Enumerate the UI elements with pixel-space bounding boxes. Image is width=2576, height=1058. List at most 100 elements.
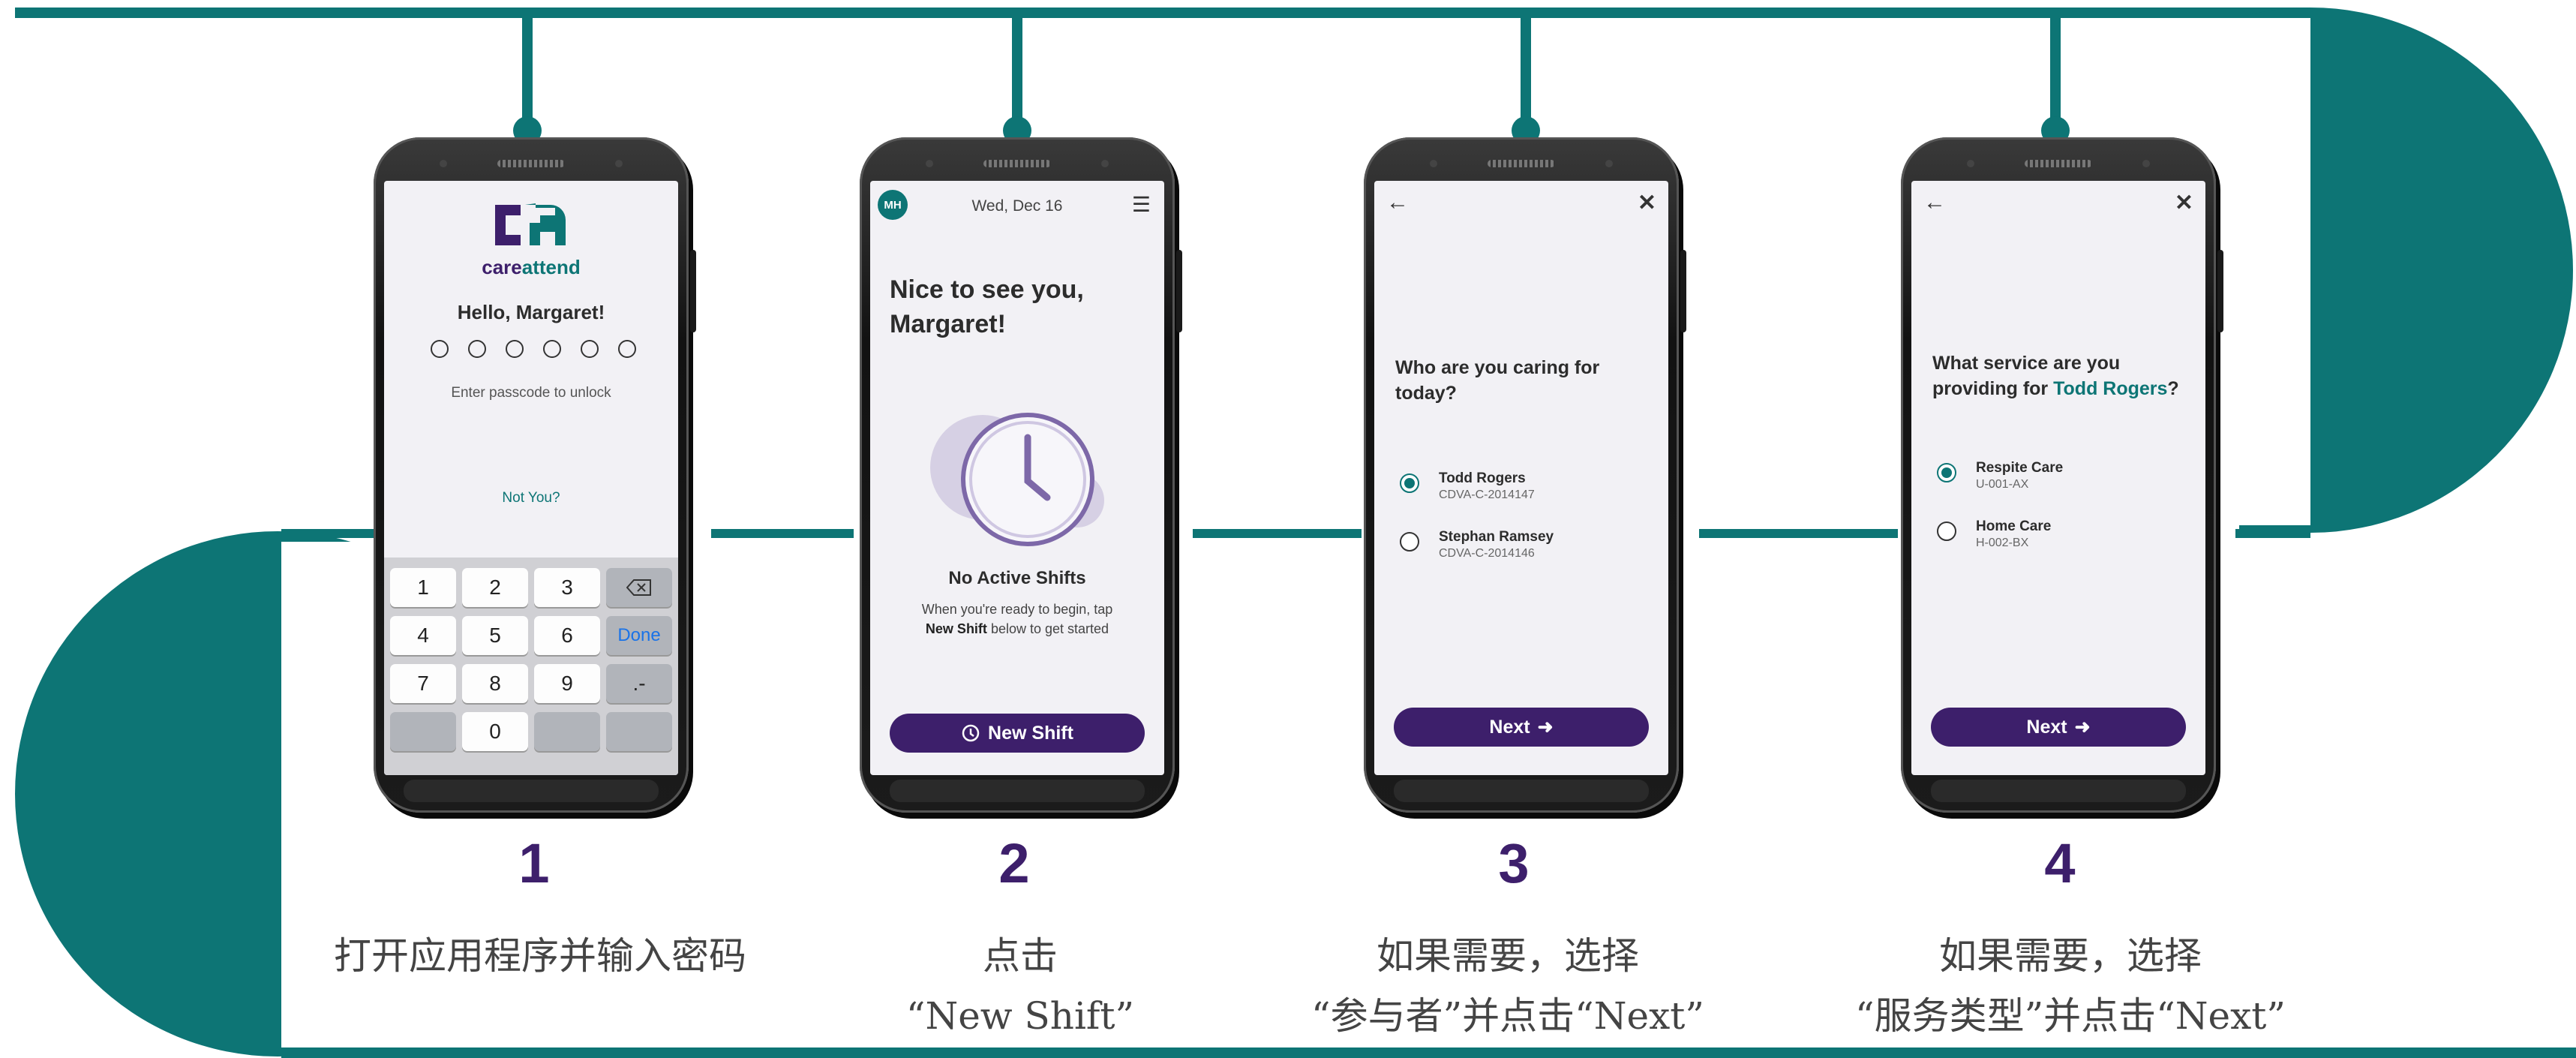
sensor-icon — [1101, 160, 1109, 167]
radio-selected[interactable] — [1937, 463, 1956, 482]
step2-stem — [1012, 11, 1022, 119]
phone-bottom-bezel — [1394, 780, 1649, 802]
option-id: H-002-BX — [1976, 537, 2029, 549]
phone-step3: ← ✕ Who are you caring for today? Todd Ro… — [1364, 137, 1686, 813]
close-icon[interactable]: ✕ — [1638, 190, 1656, 216]
header-date: Wed, Dec 16 — [971, 197, 1063, 215]
option-id: CDVA-C-2014147 — [1439, 488, 1535, 501]
phone2-screen: MH Wed, Dec 16 ☰ Nice to see you, Margare… — [870, 181, 1164, 775]
key-blank — [606, 712, 672, 751]
step-number-3: 3 — [1498, 832, 1530, 894]
welcome-heading: Nice to see you, Margaret! — [890, 275, 1084, 338]
next-label: Next — [1489, 716, 1530, 738]
option-name: Stephan Ramsey — [1439, 529, 1554, 545]
step-number-1: 1 — [518, 832, 550, 894]
option-name: Respite Care — [1976, 460, 2064, 476]
connector-segment — [1699, 529, 1898, 538]
phone-step4: ← ✕ What service are you providing for To… — [1901, 137, 2223, 813]
top-connector-line — [15, 8, 2310, 18]
camera-icon — [1967, 160, 1974, 167]
close-icon[interactable]: ✕ — [2175, 190, 2193, 216]
passcode-dot — [468, 340, 486, 358]
option-name: Todd Rogers — [1439, 470, 1526, 486]
phone-bottom-bezel — [404, 780, 659, 802]
key-1[interactable]: 1 — [390, 568, 456, 607]
participant-question: Who are you caring for today? — [1395, 357, 1600, 404]
passcode-dot — [581, 340, 599, 358]
back-arrow-icon[interactable]: ← — [1386, 190, 1409, 215]
phone4-screen: ← ✕ What service are you providing for To… — [1911, 181, 2205, 775]
passcode-dot — [431, 340, 449, 358]
key-7[interactable]: 7 — [390, 664, 456, 703]
step1-stem — [522, 11, 533, 119]
service-question: What service are you providing for Todd R… — [1932, 353, 2179, 399]
service-option[interactable]: Home Care H-002-BX — [1937, 518, 2184, 564]
next-button[interactable]: Next ➜ — [1394, 708, 1649, 747]
not-you-link[interactable]: Not You? — [384, 490, 678, 506]
speaker-grille — [1488, 160, 1555, 167]
phone-step1: careattend Hello, Margaret! Enter passco… — [374, 137, 696, 813]
key-4[interactable]: 4 — [390, 616, 456, 655]
key-punctuation[interactable]: .- — [606, 664, 672, 703]
key-blank — [390, 712, 456, 751]
connector-segment — [1193, 529, 1362, 538]
phone3-screen: ← ✕ Who are you caring for today? Todd Ro… — [1374, 181, 1668, 775]
radio-unselected[interactable] — [1937, 521, 1956, 541]
speaker-grille — [2025, 160, 2092, 167]
arrow-right-icon: ➜ — [1537, 717, 1554, 738]
connector-segment — [711, 529, 854, 538]
step4-caption: 如果需要，选择 “服务类型”并点击“Next” — [1855, 934, 2286, 1038]
key-6[interactable]: 6 — [534, 616, 600, 655]
participant-option[interactable]: Todd Rogers CDVA-C-2014147 — [1400, 470, 1647, 515]
arrow-right-icon: ➜ — [2074, 717, 2091, 738]
nav-row: ← ✕ — [1386, 190, 1656, 217]
hamburger-menu-icon[interactable]: ☰ — [1132, 194, 1151, 215]
option-name: Home Care — [1976, 518, 2052, 534]
sensor-icon — [2142, 160, 2150, 167]
option-id: U-001-AX — [1976, 478, 2029, 491]
phone-bottom-bezel — [890, 780, 1145, 802]
key-blank — [534, 712, 600, 751]
connector-segment — [2235, 529, 2310, 538]
phone-step2: MH Wed, Dec 16 ☰ Nice to see you, Margare… — [860, 137, 1182, 813]
step4-stem — [2050, 11, 2061, 119]
phone1-screen: careattend Hello, Margaret! Enter passco… — [384, 181, 678, 775]
key-0[interactable]: 0 — [462, 712, 528, 751]
connector-segment — [281, 529, 375, 538]
backspace-icon — [626, 579, 651, 596]
careattend-logo-icon — [495, 203, 566, 245]
new-shift-button[interactable]: New Shift — [890, 714, 1145, 753]
brand-name: careattend — [482, 256, 581, 278]
step1-caption: 打开应用程序并输入密码 — [334, 934, 746, 978]
sensor-icon — [615, 160, 623, 167]
next-button[interactable]: Next ➜ — [1931, 708, 2186, 747]
phone-bottom-bezel — [1931, 780, 2186, 802]
service-option[interactable]: Respite Care U-001-AX — [1937, 460, 2184, 505]
no-active-shifts-desc: When you're ready to begin, tap New Shift… — [921, 602, 1113, 636]
passcode-hint: Enter passcode to unlock — [451, 385, 611, 401]
back-arrow-icon[interactable]: ← — [1923, 190, 1946, 215]
step3-stem — [1521, 11, 1531, 119]
no-active-shifts-title: No Active Shifts — [948, 568, 1086, 588]
speaker-grille — [497, 160, 565, 167]
numeric-keypad: 1 2 3 4 5 6 Done 7 8 9 .- 0 — [384, 558, 678, 775]
new-shift-label: New Shift — [988, 722, 1073, 744]
radio-unselected[interactable] — [1400, 532, 1419, 552]
next-label: Next — [2026, 716, 2067, 738]
key-8[interactable]: 8 — [462, 664, 528, 703]
key-3[interactable]: 3 — [534, 568, 600, 607]
participant-option[interactable]: Stephan Ramsey CDVA-C-2014146 — [1400, 529, 1647, 574]
greeting-text: Hello, Margaret! — [457, 301, 605, 323]
key-9[interactable]: 9 — [534, 664, 600, 703]
done-key[interactable]: Done — [606, 616, 672, 655]
clock-illustration-icon — [930, 413, 1104, 546]
passcode-dot — [506, 340, 524, 358]
key-2[interactable]: 2 — [462, 568, 528, 607]
option-id: CDVA-C-2014146 — [1439, 547, 1535, 560]
radio-selected[interactable] — [1400, 473, 1419, 493]
key-5[interactable]: 5 — [462, 616, 528, 655]
step3-caption: 如果需要，选择 “参与者”并点击“Next” — [1311, 934, 1704, 1038]
passcode-dot — [618, 340, 636, 358]
camera-icon — [1430, 160, 1437, 167]
backspace-key[interactable] — [606, 568, 672, 607]
